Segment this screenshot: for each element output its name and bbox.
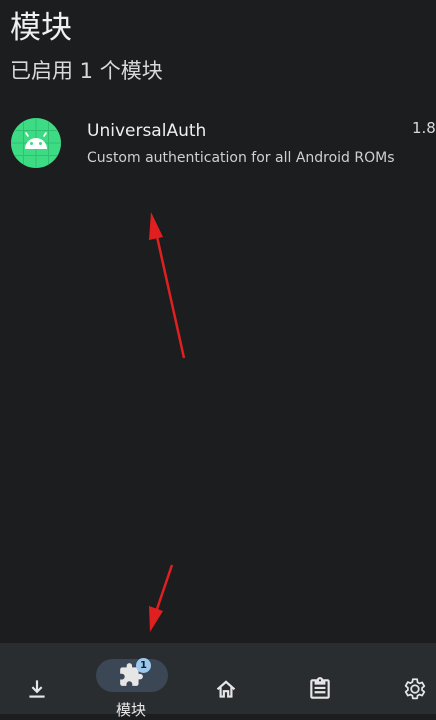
annotation-arrows [149,212,186,632]
clipboard-icon[interactable] [307,676,333,702]
home-icon[interactable] [213,676,239,702]
arrow-annotation-bottom [149,564,174,632]
module-version: 1.8 [412,119,436,137]
module-description: Custom authentication for all Android RO… [87,150,395,166]
bottom-navigation: 1 模块 [0,643,436,719]
module-name: UniversalAuth [87,121,207,141]
nav-label-modules: 模块 [116,701,147,719]
module-count-badge: 1 [136,658,151,673]
page-title: 模块 [10,10,72,46]
module-list-item[interactable]: UniversalAuth 1.8 Custom authentication … [0,110,436,180]
gear-icon[interactable] [401,676,427,702]
page-subtitle: 已启用 1 个模块 [10,59,163,83]
arrow-annotation-top [149,212,186,359]
android-icon [11,118,61,168]
download-icon[interactable] [24,676,50,702]
